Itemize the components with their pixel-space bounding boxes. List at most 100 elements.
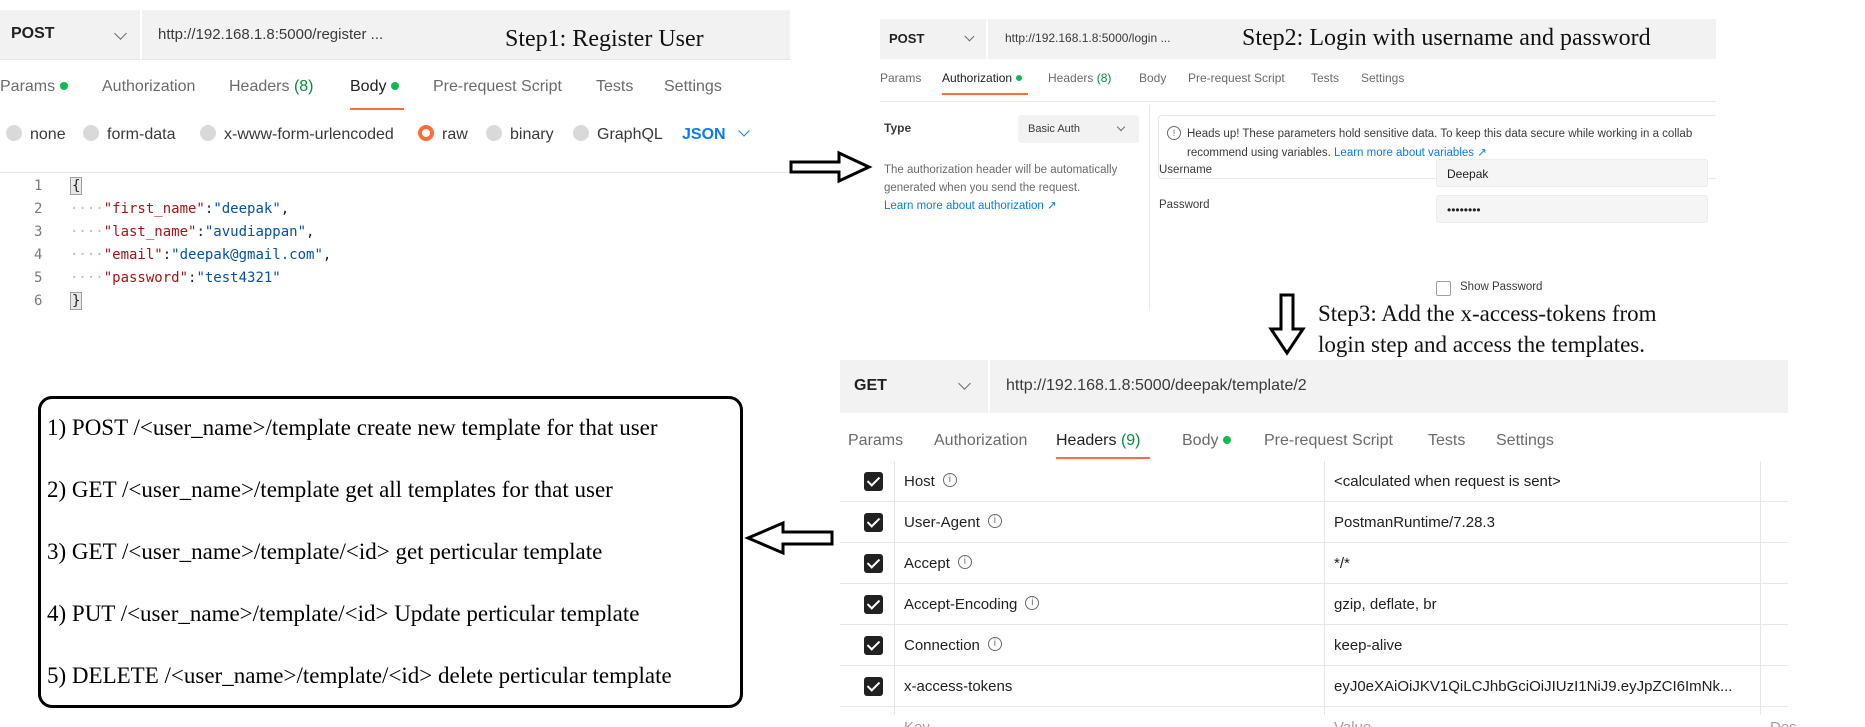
radio-raw[interactable]: raw	[418, 124, 468, 144]
header-key-text: Accept	[904, 555, 950, 572]
radio-graphql[interactable]: GraphQL	[573, 124, 663, 144]
tab-authorization[interactable]: Authorization	[934, 432, 1027, 450]
json-value: "deepak"	[213, 201, 281, 217]
radio-x-www-form-urlencoded[interactable]: x-www-form-urlencoded	[200, 124, 394, 144]
username-label: Username	[1159, 164, 1213, 176]
json-sep: ,	[322, 247, 332, 263]
tab-settings[interactable]: Settings	[1361, 71, 1404, 85]
header-value[interactable]: gzip, deflate, br	[1334, 596, 1754, 613]
info-icon[interactable]: i	[957, 555, 972, 570]
tab-authorization[interactable]: Authorization	[102, 78, 195, 96]
url-input[interactable]: http://192.168.1.8:5000/register ...	[158, 26, 383, 43]
method-select[interactable]: POST	[880, 19, 988, 59]
tab-body[interactable]: Body	[1182, 432, 1232, 450]
line-number: 3	[34, 224, 43, 240]
header-key[interactable]: x-access-tokens	[904, 678, 1012, 695]
tab-tests[interactable]: Tests	[1311, 71, 1339, 85]
code-line: ····"email":"deepak@gmail.com",	[70, 247, 332, 263]
tab-params[interactable]: Params	[848, 432, 903, 450]
table-row: Accept-Encoding i gzip, deflate, br	[840, 584, 1788, 625]
arrow-right-icon	[789, 150, 873, 184]
line-number: 4	[34, 247, 43, 263]
password-field[interactable]: ••••••••	[1436, 195, 1708, 223]
header-value[interactable]: <calculated when request is sent>	[1334, 473, 1754, 490]
code-line: ····"last_name":"avudiappan",	[70, 224, 315, 240]
url-bar: POST http://192.168.1.8:5000/login ... S…	[880, 19, 1716, 59]
info-icon[interactable]: i	[942, 473, 957, 488]
endpoint-item: 2) GET /<user_name>/template get all tem…	[47, 477, 613, 502]
step3-line2: login step and access the templates.	[1318, 332, 1646, 357]
tab-params[interactable]: Params	[880, 71, 921, 85]
tab-params[interactable]: Params	[0, 78, 69, 96]
username-field[interactable]: Deepak	[1436, 159, 1708, 187]
header-value[interactable]: keep-alive	[1334, 637, 1754, 654]
checkbox-checked-icon[interactable]	[864, 677, 883, 696]
auth-type-select[interactable]: Basic Auth	[1018, 115, 1139, 143]
method-label: POST	[889, 31, 925, 46]
register-request-panel: POST http://192.168.1.8:5000/register ..…	[0, 0, 790, 320]
header-key: User-Agent i	[904, 514, 1002, 531]
tab-authorization[interactable]: Authorization	[942, 71, 1023, 85]
checkbox-checked-icon[interactable]	[864, 636, 883, 655]
url-input[interactable]: http://192.168.1.8:5000/login ...	[1005, 31, 1170, 45]
method-select[interactable]: GET	[840, 360, 990, 413]
tab-pre-request-script[interactable]: Pre-request Script	[1264, 432, 1393, 450]
tab-body[interactable]: Body	[1139, 71, 1166, 85]
tab-settings[interactable]: Settings	[1496, 432, 1554, 450]
tab-count: (8)	[1096, 71, 1112, 85]
radio-form-data[interactable]: form-data	[83, 124, 175, 144]
table-row: Connection i keep-alive	[840, 625, 1788, 666]
arrow-left-icon	[744, 520, 834, 556]
info-icon[interactable]: i	[987, 637, 1002, 652]
status-dot	[391, 81, 400, 90]
checkbox-checked-icon[interactable]	[864, 595, 883, 614]
radio-none[interactable]: none	[6, 124, 66, 144]
tab-tests[interactable]: Tests	[596, 78, 633, 96]
header-value[interactable]: eyJ0eXAiOiJKV1QiLCJhbGciOiJIUzI1NiJ9.eyJ…	[1334, 678, 1754, 695]
json-key: "last_name"	[103, 224, 197, 240]
show-password-checkbox[interactable]	[1436, 281, 1451, 296]
tab-label: Body	[350, 78, 387, 95]
checkbox-checked-icon[interactable]	[864, 472, 883, 491]
type-label: Type	[884, 121, 912, 135]
auth-type-value: Basic Auth	[1028, 123, 1080, 135]
new-description-input[interactable]: Des	[1770, 719, 1797, 727]
tab-headers[interactable]: Headers (8)	[1048, 71, 1111, 85]
header-key-text: Accept-Encoding	[904, 596, 1018, 613]
tab-settings[interactable]: Settings	[664, 78, 722, 96]
tab-tests[interactable]: Tests	[1428, 432, 1465, 450]
header-value[interactable]: */*	[1334, 555, 1754, 572]
info-icon[interactable]: i	[987, 514, 1002, 529]
divider	[1149, 105, 1150, 309]
tab-pre-request-script[interactable]: Pre-request Script	[1188, 71, 1285, 85]
tab-headers[interactable]: Headers (8)	[229, 78, 314, 96]
get-template-request-panel: GET http://192.168.1.8:5000/deepak/templ…	[840, 360, 1865, 727]
info-icon[interactable]: i	[1025, 596, 1040, 611]
learn-more-auth-link[interactable]: Learn more about authorization ↗	[884, 200, 1057, 212]
checkbox-checked-icon[interactable]	[864, 513, 883, 532]
username-value: Deepak	[1447, 167, 1489, 181]
tab-label: Body	[1182, 432, 1219, 449]
status-dot	[60, 81, 69, 90]
new-key-input[interactable]: Key	[904, 719, 930, 727]
radio-label: raw	[442, 126, 468, 143]
chevron-down-icon	[1116, 122, 1126, 132]
language-select[interactable]: JSON	[682, 125, 750, 144]
radio-label: x-www-form-urlencoded	[224, 126, 394, 143]
radio-binary[interactable]: binary	[486, 124, 554, 144]
learn-more-variables-link[interactable]: Learn more about variables ↗	[1334, 147, 1487, 159]
tab-body[interactable]: Body	[350, 78, 400, 96]
tab-pre-request-script[interactable]: Pre-request Script	[433, 78, 562, 96]
checkbox-checked-icon[interactable]	[864, 554, 883, 573]
url-input[interactable]: http://192.168.1.8:5000/deepak/template/…	[1006, 377, 1307, 395]
json-value: "deepak@gmail.com"	[171, 247, 323, 263]
table-row-new: Key Value Des	[840, 707, 1797, 727]
header-value[interactable]: PostmanRuntime/7.28.3	[1334, 514, 1754, 531]
json-value: "test4321"	[196, 270, 281, 286]
code-editor[interactable]: 1 2 3 4 5 6 { ····"first_name":"deepak",…	[0, 172, 790, 310]
header-key-text: Host	[904, 473, 935, 490]
json-value: "avudiappan"	[204, 224, 307, 240]
tab-headers[interactable]: Headers (9)	[1056, 432, 1141, 450]
new-value-input[interactable]: Value	[1334, 719, 1754, 727]
method-select[interactable]: POST	[0, 10, 142, 60]
